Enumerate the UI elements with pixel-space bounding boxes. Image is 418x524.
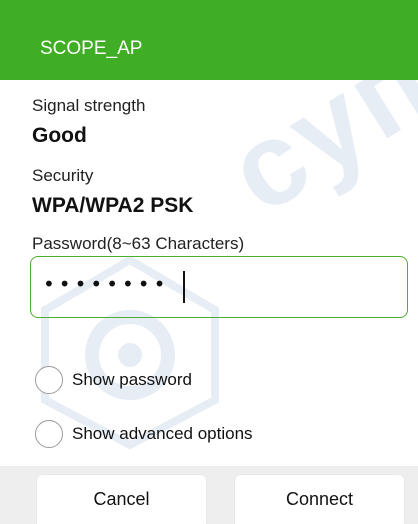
show-password-option[interactable]: Show password xyxy=(35,364,192,396)
show-advanced-label: Show advanced options xyxy=(72,424,253,443)
text-cursor xyxy=(183,271,185,303)
button-bar: Cancel Connect xyxy=(0,466,418,524)
dialog-title: SCOPE_AP xyxy=(40,38,143,59)
password-masked-text: •••••••• xyxy=(43,272,170,296)
watermark-text: супе xyxy=(206,80,418,239)
password-input[interactable]: •••••••• xyxy=(30,256,408,318)
show-advanced-checkbox[interactable] xyxy=(35,420,63,448)
show-advanced-option[interactable]: Show advanced options xyxy=(35,418,253,450)
security-label: Security xyxy=(32,166,94,185)
connect-button[interactable]: Connect xyxy=(235,475,404,524)
dialog-header: SCOPE_AP xyxy=(0,0,418,80)
signal-strength-value: Good xyxy=(32,124,87,147)
security-value: WPA/WPA2 PSK xyxy=(32,194,194,217)
show-password-checkbox[interactable] xyxy=(35,366,63,394)
signal-strength-label: Signal strength xyxy=(32,96,146,115)
show-password-label: Show password xyxy=(72,370,193,389)
cancel-button[interactable]: Cancel xyxy=(37,475,206,524)
password-label: Password(8~63 Characters) xyxy=(32,234,245,253)
